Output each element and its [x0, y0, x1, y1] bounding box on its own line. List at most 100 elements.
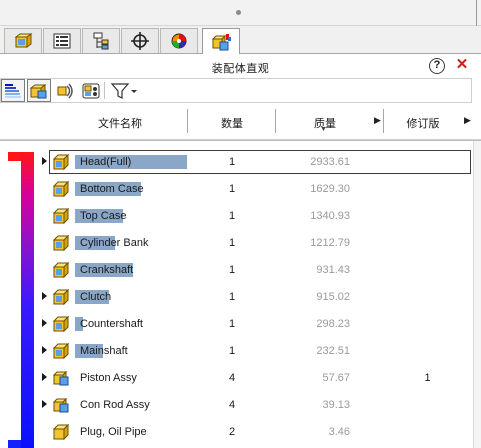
tab-configuration-manager[interactable]	[82, 28, 120, 53]
close-icon[interactable]: ✕	[455, 57, 469, 73]
tab-feature-manager[interactable]	[4, 28, 42, 53]
component-mass: 931.43	[316, 264, 350, 276]
assembly-visualization-icon	[211, 34, 231, 51]
visualization-toolbar	[0, 78, 481, 104]
component-quantity: 1	[228, 264, 236, 276]
component-quantity: 1	[228, 156, 236, 168]
component-quantity: 1	[228, 210, 236, 222]
column-header-qty[interactable]: 数量	[190, 115, 274, 131]
expand-arrow-icon[interactable]	[42, 373, 47, 381]
nested-view-button[interactable]	[53, 79, 77, 102]
component-mass: 39.13	[322, 399, 350, 411]
tab-property-manager[interactable]	[43, 28, 81, 53]
expand-arrow-icon[interactable]	[42, 157, 47, 165]
component-quantity: 1	[228, 318, 236, 330]
column-expand-arrow-icon[interactable]: ▶	[464, 115, 471, 126]
column-divider[interactable]	[187, 109, 188, 133]
table-row[interactable]: Mainshaft 1 232.51	[0, 337, 473, 364]
part-icon	[52, 315, 70, 333]
gradient-list-button[interactable]	[1, 79, 25, 102]
tab-dimxpert-manager[interactable]	[121, 28, 159, 53]
component-name: Cylinder Bank	[80, 237, 149, 249]
display-manager-icon	[171, 33, 187, 49]
table-row[interactable]: Top Case 1 1340.93	[0, 202, 473, 229]
part-icon	[52, 153, 70, 171]
component-mass: 57.67	[322, 372, 350, 384]
grouping-button[interactable]	[79, 79, 103, 102]
component-mass: 3.46	[328, 426, 350, 438]
gradient-list-icon	[5, 83, 21, 98]
component-name: Clutch	[80, 291, 112, 303]
component-quantity: 1	[228, 237, 236, 249]
column-divider[interactable]	[383, 109, 384, 133]
part-icon	[52, 261, 70, 279]
table-row[interactable]: Cylinder Bank 1 1212.79	[0, 229, 473, 256]
help-icon[interactable]: ?	[429, 58, 445, 74]
filter-icon	[110, 82, 137, 99]
component-name: Mainshaft	[80, 345, 128, 357]
panel-title: 装配体直观	[211, 63, 270, 75]
component-quantity: 4	[228, 372, 236, 384]
drag-handle-dot[interactable]	[236, 10, 241, 15]
component-quantity: 1	[228, 345, 236, 357]
table-row[interactable]: Countershaft 1 298.23	[0, 310, 473, 337]
expand-arrow-icon[interactable]	[42, 319, 47, 327]
assembly-view-button[interactable]	[27, 79, 51, 102]
component-quantity: 1	[228, 291, 236, 303]
expand-arrow-icon[interactable]	[42, 292, 47, 300]
column-header-name[interactable]: 文件名称	[60, 115, 180, 131]
tab-display-manager[interactable]	[160, 28, 198, 53]
component-mass: 298.23	[316, 318, 350, 330]
manager-tab-strip	[0, 26, 481, 55]
part-icon	[52, 342, 70, 360]
component-mass: 915.02	[316, 291, 350, 303]
table-row[interactable]: Con Rod Assy 4 39.13	[0, 391, 473, 418]
component-mass: 1212.79	[310, 237, 350, 249]
table-row[interactable]: Crankshaft 1 931.43	[0, 256, 473, 283]
expand-arrow-icon[interactable]	[42, 400, 47, 408]
component-mass: 232.51	[316, 345, 350, 357]
component-mass: 1629.30	[310, 183, 350, 195]
header-divider	[0, 140, 481, 141]
component-name: Bottom Case	[80, 183, 144, 195]
table-row[interactable]: Piston Assy 4 57.67 1	[0, 364, 473, 391]
component-name: Crankshaft	[80, 264, 134, 276]
part-icon	[52, 180, 70, 198]
table-row[interactable]: Plug, Oil Pipe 2 3.46	[0, 418, 473, 445]
filter-dropdown-button[interactable]	[108, 79, 140, 102]
component-name: Top Case	[80, 210, 127, 222]
tab-assembly-visualization[interactable]	[202, 28, 240, 55]
component-name: Con Rod Assy	[80, 399, 150, 411]
feature-manager-icon	[14, 33, 33, 48]
panel-header: 装配体直观 ? ✕	[0, 54, 481, 78]
part-icon	[52, 288, 70, 306]
vertical-scrollbar[interactable]	[473, 141, 481, 448]
component-name: Head(Full)	[80, 156, 132, 168]
column-expand-arrow-icon[interactable]: ▶	[374, 115, 381, 126]
component-name: Plug, Oil Pipe	[80, 426, 147, 438]
column-divider[interactable]	[275, 109, 276, 133]
table-row[interactable]: Head(Full) 1 2933.61	[0, 148, 473, 175]
dimxpert-manager-icon	[131, 32, 149, 50]
part-icon	[52, 423, 70, 441]
subassembly-icon	[52, 397, 69, 413]
expand-arrow-icon[interactable]	[42, 346, 47, 354]
table-row[interactable]: Clutch 1 915.02	[0, 283, 473, 310]
sort-descending-icon: ▼	[320, 126, 327, 133]
column-header-row: 文件名称 数量 质量 ▼ ▶ 修订版 ▶	[0, 106, 481, 140]
component-revision: 1	[424, 372, 431, 384]
component-quantity: 2	[228, 426, 236, 438]
assembly-icon	[29, 83, 47, 98]
component-mass: 1340.93	[310, 210, 350, 222]
nested-view-icon	[57, 83, 73, 98]
table-row[interactable]: Bottom Case 1 1629.30	[0, 175, 473, 202]
panel-edge	[476, 0, 477, 26]
property-manager-icon	[53, 33, 71, 49]
configuration-manager-icon	[93, 32, 109, 50]
component-name: Piston Assy	[80, 372, 137, 384]
component-mass: 2933.61	[310, 156, 350, 168]
component-quantity: 1	[228, 183, 236, 195]
component-name: Countershaft	[80, 318, 143, 330]
column-header-revision[interactable]: 修订版	[386, 115, 460, 131]
subassembly-icon	[52, 370, 69, 386]
